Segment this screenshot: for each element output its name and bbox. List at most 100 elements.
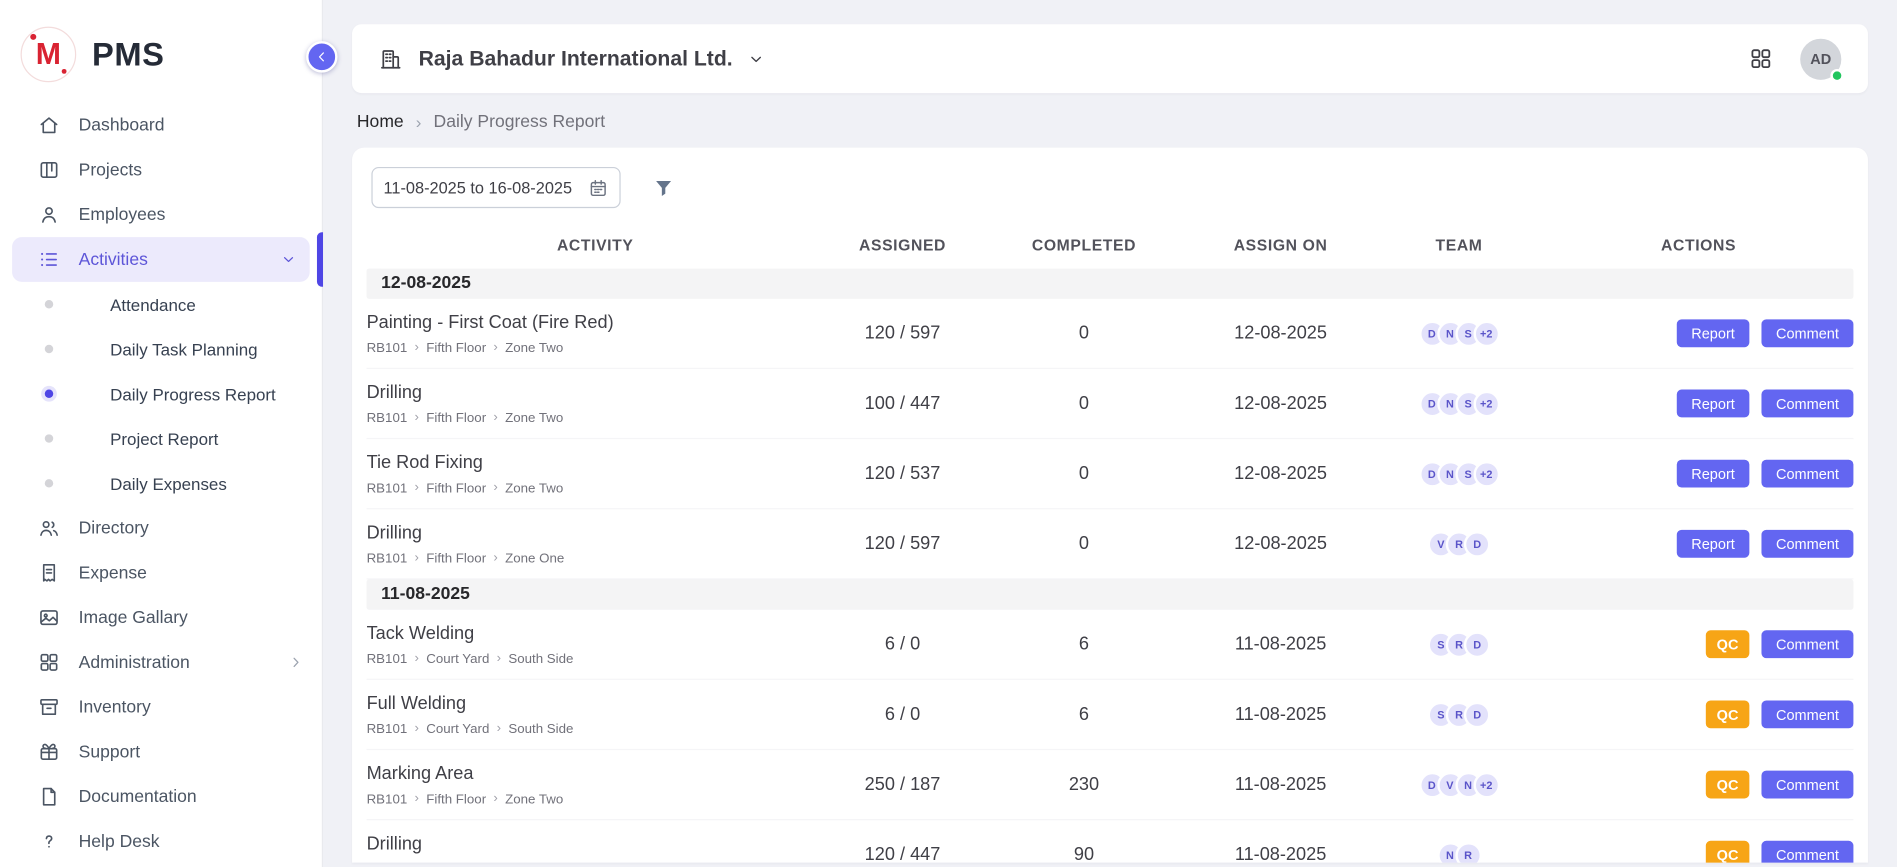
sidebar-item-directory[interactable]: Directory (0, 506, 322, 551)
home-icon (38, 114, 61, 137)
breadcrumb-home[interactable]: Home (357, 113, 404, 132)
location-segment: RB101 (367, 862, 408, 863)
inventory-icon (38, 696, 61, 719)
sidebar-item-label: Support (79, 742, 140, 761)
user-avatar[interactable]: AD (1800, 38, 1841, 79)
report-button[interactable]: Report (1677, 530, 1750, 558)
comment-button[interactable]: Comment (1761, 700, 1853, 728)
comment-button[interactable]: Comment (1761, 390, 1853, 418)
sidebar-item-label: Projects (79, 160, 142, 179)
activity-name: Marking Area (367, 763, 815, 784)
column-header-completed: COMPLETED (981, 236, 1187, 254)
chevron-right-icon: › (415, 722, 419, 735)
qc-button[interactable]: QC (1706, 630, 1750, 658)
activities-icon (38, 248, 61, 271)
apps-grid-icon[interactable] (1748, 46, 1773, 71)
report-button[interactable]: Report (1677, 390, 1750, 418)
actions-cell: Report Comment (1544, 390, 1854, 418)
sidebar-item-inventory[interactable]: Inventory (0, 685, 322, 730)
comment-button[interactable]: Comment (1761, 460, 1853, 488)
sidebar-item-help-desk[interactable]: Help Desk (0, 819, 322, 864)
date-group-header: 12-08-2025 (367, 269, 1854, 299)
chevron-down-icon (746, 49, 765, 68)
team-cell: VRD (1374, 530, 1543, 557)
column-header-team: TEAM (1374, 236, 1543, 254)
bullet-dot (45, 479, 53, 487)
activity-cell: Marking Area RB101›Fifth Floor›Zone Two (367, 763, 824, 807)
location-segment: Zone Two (505, 481, 563, 496)
chevron-right-icon: › (493, 341, 497, 354)
team-cell: NR (1374, 841, 1543, 862)
logo-m-icon: M (21, 27, 77, 83)
activity-cell: Painting - First Coat (Fire Red)RB101›Fi… (367, 312, 824, 356)
sidebar-item-employees[interactable]: Employees (0, 192, 322, 237)
date-range-value: 11-08-2025 to 16-08-2025 (384, 178, 573, 196)
location-segment: Zone Two (505, 862, 563, 863)
activity-location: RB101›Court Yard›South Side (367, 651, 815, 666)
report-button[interactable]: Report (1677, 319, 1750, 347)
bullet-dot (45, 300, 53, 308)
team-cell: SRD (1374, 701, 1543, 728)
filter-icon[interactable] (652, 176, 675, 199)
team-cell: DNS+2 (1374, 390, 1543, 417)
sidebar-subitem-label: Project Report (110, 429, 218, 448)
app-root: M PMS Dashboard Projects EmployeesActiviti… (0, 0, 1897, 867)
sidebar-item-support[interactable]: Support (0, 730, 322, 775)
directory-icon (38, 517, 61, 540)
breadcrumb-current: Daily Progress Report (434, 113, 606, 132)
assign-on-value: 12-08-2025 (1187, 323, 1375, 344)
completed-value: 230 (981, 774, 1187, 795)
location-segment: RB101 (367, 792, 408, 807)
sidebar-item-label: Administration (79, 653, 190, 672)
logo-letter: M (36, 37, 61, 72)
activity-cell: Tack WeldingRB101›Court Yard›South Side (367, 622, 824, 666)
comment-button[interactable]: Comment (1761, 771, 1853, 799)
active-item-indicator (317, 232, 323, 286)
activity-cell: DrillingRB101›Fifth Floor›Zone Two (367, 833, 824, 863)
sidebar-item-image-gallary[interactable]: Image Gallary (0, 595, 322, 640)
sidebar-item-projects[interactable]: Projects (0, 148, 322, 193)
qc-button[interactable]: QC (1706, 771, 1750, 799)
activity-location: RB101›Fifth Floor›Zone Two (367, 792, 815, 807)
sidebar-item-dashboard[interactable]: Dashboard (0, 103, 322, 148)
date-range-input[interactable]: 11-08-2025 to 16-08-2025 (371, 167, 620, 208)
sidebar-subitem-attendance[interactable]: Attendance (0, 282, 322, 327)
team-cell: DNS+2 (1374, 320, 1543, 347)
completed-value: 0 (981, 393, 1187, 414)
report-card: 11-08-2025 to 16-08-2025 ACTIVITYASSIGNE… (352, 148, 1868, 863)
sidebar-item-label: Inventory (79, 697, 151, 716)
sidebar-subitem-project-report[interactable]: Project Report (0, 416, 322, 461)
activity-location: RB101›Fifth Floor›Zone Two (367, 481, 815, 496)
date-group-header: 11-08-2025 (367, 579, 1854, 609)
comment-button[interactable]: Comment (1761, 841, 1853, 863)
app-title: PMS (92, 36, 165, 74)
location-segment: Court Yard (426, 651, 489, 666)
qc-button[interactable]: QC (1706, 700, 1750, 728)
sidebar-collapse-button[interactable] (306, 41, 337, 72)
company-selector[interactable]: Raja Bahadur International Ltd. (419, 46, 766, 71)
bullet-dot (45, 390, 53, 398)
activity-name: Tie Rod Fixing (367, 452, 815, 473)
qc-button[interactable]: QC (1706, 841, 1750, 863)
sidebar-subitem-daily-progress-report[interactable]: Daily Progress Report (0, 371, 322, 416)
team-avatar: D (1464, 701, 1491, 728)
comment-button[interactable]: Comment (1761, 630, 1853, 658)
comment-button[interactable]: Comment (1761, 319, 1853, 347)
employees-icon (38, 203, 61, 226)
chevron-right-icon: › (493, 482, 497, 495)
location-segment: Fifth Floor (426, 551, 486, 566)
company-name: Raja Bahadur International Ltd. (419, 46, 733, 71)
sidebar-item-administration[interactable]: Administration (0, 640, 322, 685)
sidebar-item-documentation[interactable]: Documentation (0, 774, 322, 819)
assign-on-value: 12-08-2025 (1187, 393, 1375, 414)
sidebar-item-activities[interactable]: Activities (12, 237, 310, 282)
comment-button[interactable]: Comment (1761, 530, 1853, 558)
sidebar-item-expense[interactable]: Expense (0, 550, 322, 595)
breadcrumb: Home › Daily Progress Report (357, 113, 1868, 132)
sidebar-subitem-daily-task-planning[interactable]: Daily Task Planning (0, 327, 322, 372)
activity-name: Painting - First Coat (Fire Red) (367, 312, 815, 333)
report-button[interactable]: Report (1677, 460, 1750, 488)
activity-cell: Full WeldingRB101›Court Yard›South Side (367, 693, 824, 737)
sidebar-subitem-daily-expenses[interactable]: Daily Expenses (0, 461, 322, 506)
assigned-value: 6 / 0 (824, 704, 981, 725)
